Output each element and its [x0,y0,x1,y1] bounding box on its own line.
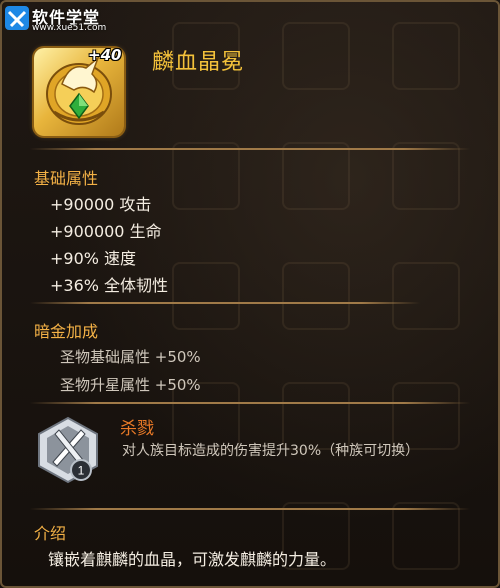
divider [30,402,470,404]
divider [30,302,420,304]
dark-gold-heading: 暗金加成 [34,322,99,341]
item-level-badge: +40 [88,46,122,64]
background-tile [282,22,350,90]
background-tile [392,502,460,570]
background-tile [282,262,350,330]
golden-unicorn-crest-icon [46,55,112,125]
background-tile [172,142,240,210]
crossed-blades-skill-icon: 1 [38,416,98,484]
watermark-url: www.xue51.com [32,23,107,33]
item-tooltip-panel: 软件学堂 www.xue51.com +40 麟血晶冕 基础属性 +90000 … [0,0,500,588]
skill-level-label: 1 [78,464,85,478]
bonus-line: 圣物基础属性 +50% [60,348,201,366]
skill-description: 对人族目标造成的伤害提升30%（种族可切换） [122,443,420,459]
background-tile [392,142,460,210]
item-title: 麟血晶冕 [152,50,245,75]
divider [30,508,470,510]
stat-line: +900000 生命 [50,222,162,241]
intro-heading: 介绍 [34,524,67,543]
site-logo-icon [5,6,29,30]
intro-text: 镶嵌着麒麟的血晶，可激发麒麟的力量。 [48,550,337,569]
divider [30,148,470,150]
base-attributes-heading: 基础属性 [34,169,99,188]
skill-name: 杀戮 [120,419,154,439]
background-tile [282,142,350,210]
bonus-line: 圣物升星属性 +50% [60,376,201,394]
site-watermark: 软件学堂 www.xue51.com [2,2,132,36]
stat-line: +90% 速度 [50,249,137,268]
stat-line: +36% 全体韧性 [50,276,169,295]
background-tile [172,262,240,330]
background-tile [392,262,460,330]
stat-line: +90000 攻击 [50,195,152,214]
background-tile [392,22,460,90]
